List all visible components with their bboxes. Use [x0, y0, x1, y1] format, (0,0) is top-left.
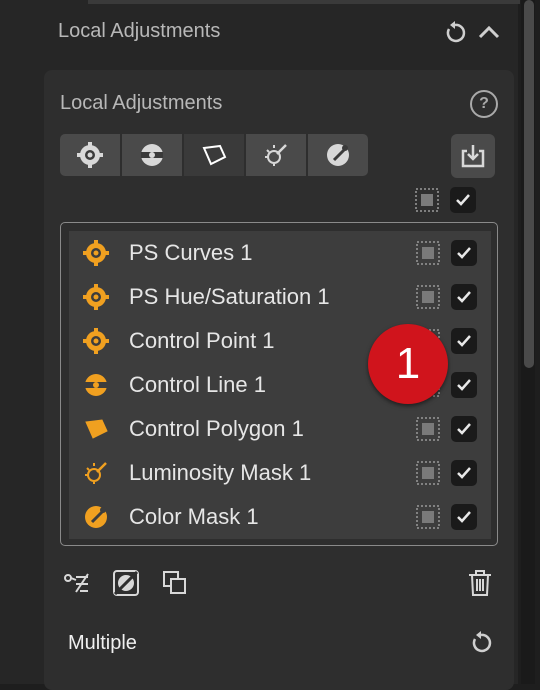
top-divider — [88, 0, 520, 4]
control-point-icon — [83, 328, 109, 354]
annotation-badge: 1 — [368, 324, 448, 404]
enable-checkbox[interactable] — [451, 504, 477, 530]
mask-toggle[interactable] — [415, 416, 441, 442]
help-icon[interactable]: ? — [470, 90, 498, 118]
color-mask-icon — [83, 504, 109, 530]
import-button[interactable] — [451, 134, 495, 178]
mask-toggle[interactable] — [415, 504, 441, 530]
list-item[interactable]: Control Polygon 1 — [69, 407, 491, 451]
mask-toggle[interactable] — [415, 240, 441, 266]
layer-label[interactable]: PS Curves 1 — [129, 240, 253, 266]
trash-icon[interactable] — [465, 568, 495, 598]
control-point-icon — [83, 240, 109, 266]
enable-checkbox[interactable] — [451, 328, 477, 354]
layer-label[interactable]: PS Hue/Saturation 1 — [129, 284, 330, 310]
control-line-tool-button[interactable] — [122, 134, 184, 176]
duplicate-icon[interactable] — [160, 568, 190, 598]
mask-toggle[interactable] — [415, 284, 441, 310]
luminosity-mask-icon — [265, 144, 287, 166]
mask-visibility-icon — [415, 188, 439, 212]
layer-label[interactable]: Color Mask 1 — [129, 504, 259, 530]
scrollbar-thumb[interactable] — [524, 0, 534, 368]
enable-all-checkbox[interactable] — [450, 187, 476, 213]
color-mask-tool-button[interactable] — [308, 134, 368, 176]
reset-section-icon[interactable] — [442, 20, 468, 46]
control-polygon-icon — [83, 416, 109, 442]
color-mask-icon — [327, 144, 349, 166]
enable-checkbox[interactable] — [451, 416, 477, 442]
layer-label[interactable]: Control Line 1 — [129, 372, 266, 398]
control-line-icon — [141, 144, 163, 166]
edit-control-points-icon[interactable] — [62, 568, 92, 598]
control-polygon-tool-button[interactable] — [184, 134, 246, 176]
tool-selector — [60, 134, 368, 178]
checkmark-icon — [456, 194, 470, 206]
selection-label: Multiple — [68, 632, 137, 654]
invert-mask-icon[interactable] — [111, 568, 141, 598]
list-item[interactable]: PS Curves 1 — [69, 231, 491, 275]
control-line-icon — [83, 372, 109, 398]
control-point-icon — [83, 284, 109, 310]
show-all-masks-toggle[interactable] — [414, 187, 440, 213]
enable-checkbox[interactable] — [451, 284, 477, 310]
enable-checkbox[interactable] — [451, 372, 477, 398]
layer-label[interactable]: Luminosity Mask 1 — [129, 460, 311, 486]
panel-title: Local Adjustments — [60, 92, 223, 114]
reset-selection-icon[interactable] — [468, 630, 494, 656]
control-polygon-icon — [202, 144, 227, 166]
list-item[interactable]: Color Mask 1 — [69, 495, 491, 539]
control-point-icon — [77, 142, 103, 168]
luminosity-mask-tool-button[interactable] — [246, 134, 308, 176]
control-point-tool-button[interactable] — [60, 134, 122, 176]
layer-label[interactable]: Control Polygon 1 — [129, 416, 304, 442]
mask-toggle[interactable] — [415, 460, 441, 486]
enable-checkbox[interactable] — [451, 460, 477, 486]
enable-checkbox[interactable] — [451, 240, 477, 266]
luminosity-mask-icon — [83, 460, 109, 486]
section-title: Local Adjustments — [58, 20, 221, 42]
collapse-chevron-icon[interactable] — [476, 20, 502, 46]
download-tray-icon — [461, 145, 485, 168]
list-item[interactable]: PS Hue/Saturation 1 — [69, 275, 491, 319]
list-item[interactable]: Luminosity Mask 1 — [69, 451, 491, 495]
layer-label[interactable]: Control Point 1 — [129, 328, 275, 354]
